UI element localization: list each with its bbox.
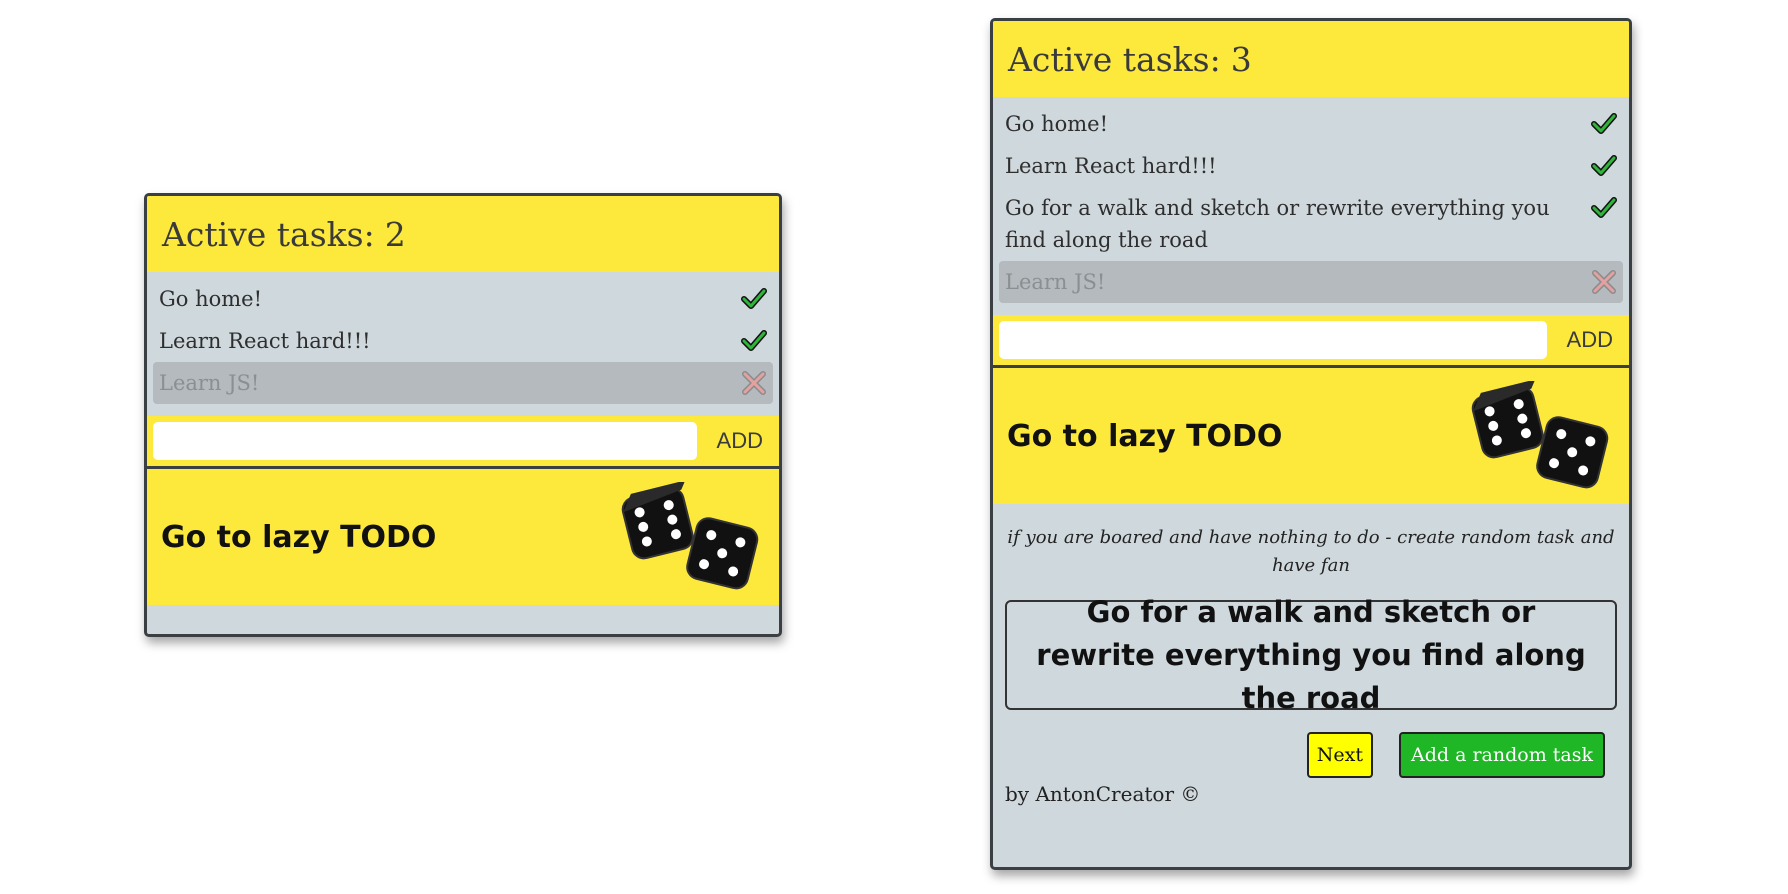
task-text: Go home!	[159, 287, 263, 311]
lazy-todo-toggle[interactable]: Go to lazy TODO	[147, 469, 779, 605]
random-task-actions: Next Add a random task	[993, 710, 1629, 778]
check-icon[interactable]	[1591, 111, 1617, 137]
add-task-row: ADD	[993, 315, 1629, 368]
check-icon[interactable]	[1591, 195, 1617, 221]
task-text: Go for a walk and sketch or rewrite ever…	[1005, 196, 1550, 252]
add-task-row: ADD	[147, 416, 779, 469]
check-icon[interactable]	[1591, 153, 1617, 179]
lazy-todo-subtitle: if you are boared and have nothing to do…	[1007, 527, 1615, 576]
task-item: Go home!	[153, 278, 773, 320]
task-text: Learn React hard!!!	[1005, 154, 1217, 178]
active-tasks-header: Active tasks: 3	[993, 21, 1629, 97]
active-tasks-label: Active tasks:	[162, 214, 375, 254]
task-item: Learn React hard!!!	[999, 145, 1623, 187]
todo-app-expanded: Active tasks: 3 Go home! Learn React har…	[990, 18, 1632, 870]
task-list: Go home! Learn React hard!!! Go for a wa…	[993, 97, 1629, 303]
task-text: Learn JS!	[159, 371, 260, 395]
add-button[interactable]: ADD	[697, 428, 773, 454]
active-tasks-label: Active tasks:	[1008, 39, 1221, 79]
lazy-todo-toggle[interactable]: Go to lazy TODO	[993, 368, 1629, 504]
task-text: Learn JS!	[1005, 270, 1106, 294]
active-tasks-header: Active tasks: 2	[147, 196, 779, 272]
next-button[interactable]: Next	[1306, 732, 1374, 778]
dice-icon	[1471, 381, 1611, 491]
task-item: Go home!	[999, 103, 1623, 145]
delete-cross-icon[interactable]	[741, 370, 767, 396]
task-item: Go for a walk and sketch or rewrite ever…	[999, 187, 1623, 261]
new-task-input[interactable]	[999, 321, 1547, 359]
todo-app-collapsed: Active tasks: 2 Go home! Learn React har…	[144, 193, 782, 637]
active-tasks-count: 2	[384, 214, 406, 254]
active-tasks-count: 3	[1230, 39, 1252, 79]
task-list: Go home! Learn React hard!!! Learn JS!	[147, 272, 779, 404]
dice-icon	[621, 482, 761, 592]
random-task-display: Go for a walk and sketch or rewrite ever…	[1005, 595, 1617, 715]
task-item-completed: Learn JS!	[153, 362, 773, 404]
new-task-input[interactable]	[153, 422, 697, 460]
task-item: Learn React hard!!!	[153, 320, 773, 362]
task-text: Learn React hard!!!	[159, 329, 371, 353]
lazy-todo-label: Go to lazy TODO	[161, 519, 437, 555]
check-icon[interactable]	[741, 328, 767, 354]
lazy-todo-label: Go to lazy TODO	[1007, 418, 1283, 454]
task-text: Go home!	[1005, 112, 1109, 136]
task-item-completed: Learn JS!	[999, 261, 1623, 303]
add-button[interactable]: ADD	[1547, 327, 1623, 353]
delete-cross-icon[interactable]	[1591, 269, 1617, 295]
footer-credit: by AntonCreator ©	[1005, 782, 1201, 806]
add-random-task-button[interactable]: Add a random task	[1399, 732, 1605, 778]
check-icon[interactable]	[741, 286, 767, 312]
